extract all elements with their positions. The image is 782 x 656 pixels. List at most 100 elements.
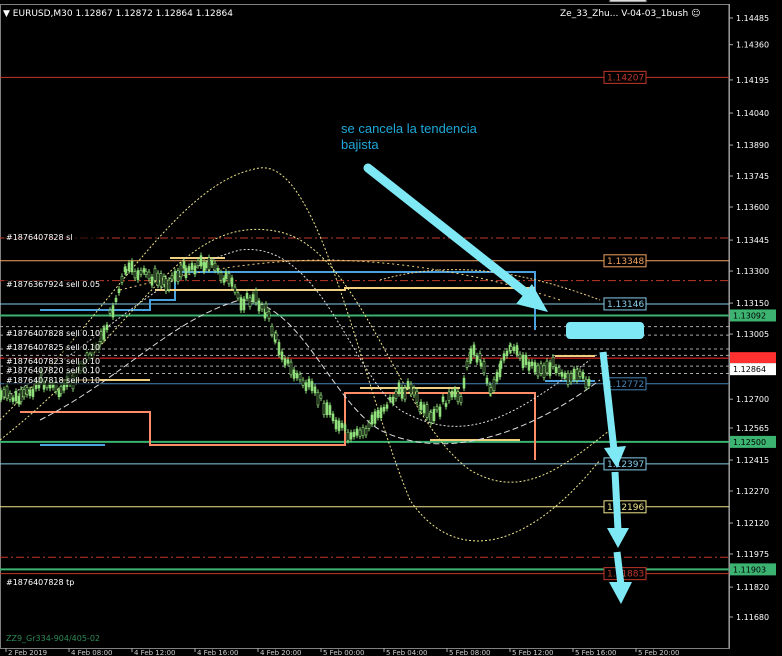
time-tick-label: 5 Feb 00:00 bbox=[323, 649, 364, 656]
candle-body bbox=[322, 402, 326, 415]
candle-body bbox=[316, 392, 320, 406]
candle-body bbox=[575, 369, 579, 381]
candle-body bbox=[472, 344, 476, 355]
candle-body bbox=[548, 362, 552, 376]
candle-body bbox=[153, 268, 157, 281]
candle-body bbox=[245, 293, 249, 299]
trading-chart[interactable]: 2 Feb 2019 4 Feb 08:00 4 Feb 12:00 4 Feb 16… bbox=[0, 0, 782, 656]
candle-body bbox=[105, 324, 109, 330]
annotation-line-1: se cancela la tendencia bbox=[341, 121, 477, 136]
candle-body bbox=[162, 276, 166, 285]
price-level-value: 1.11903 bbox=[733, 565, 766, 574]
candle-body bbox=[435, 406, 439, 411]
candle-body bbox=[331, 413, 335, 421]
price-tick-label: 1.14485 bbox=[736, 14, 769, 23]
candle-body bbox=[210, 260, 214, 266]
candle-body bbox=[124, 269, 128, 274]
arrow-head-2 bbox=[607, 528, 629, 548]
candle-body bbox=[207, 257, 211, 270]
candle-body bbox=[569, 373, 573, 383]
price-tick-label: 1.11680 bbox=[736, 613, 769, 622]
candle-body bbox=[242, 298, 246, 311]
candle-body bbox=[301, 379, 305, 386]
candle-body bbox=[518, 353, 522, 359]
order-labels: #187640782​8 sl #1876367924 sell 0.05 #187… bbox=[4, 232, 100, 587]
candle-body bbox=[59, 385, 63, 394]
candle-body bbox=[447, 391, 451, 401]
smiley-icon[interactable]: ☺ bbox=[691, 9, 700, 19]
candle-body bbox=[533, 362, 537, 373]
symbol-info: EURUSD,M30 1.12867 1.12872 1.12864 1.128… bbox=[12, 9, 233, 19]
price-level-value: 1.14207 bbox=[607, 73, 644, 83]
candle-body bbox=[136, 270, 140, 281]
candle-body bbox=[397, 382, 401, 394]
candle-body bbox=[578, 371, 582, 377]
candle-body bbox=[584, 378, 588, 389]
chart-canvas[interactable]: 2 Feb 2019 4 Feb 08:00 4 Feb 12:00 4 Feb 16… bbox=[0, 0, 782, 656]
price-level-value: 1.12500 bbox=[733, 438, 766, 447]
candle-body bbox=[28, 389, 32, 396]
candle-body bbox=[19, 389, 23, 402]
candle-body bbox=[572, 368, 576, 380]
candle-body bbox=[450, 391, 454, 398]
candle-body bbox=[542, 365, 546, 378]
candle-body bbox=[400, 387, 404, 399]
price-level-value: 1.13092 bbox=[733, 311, 766, 320]
chart-header-right: Ze_33_Zhu... V-04-03_1bush ☺ bbox=[560, 9, 701, 19]
candle-body bbox=[328, 405, 332, 415]
price-level-value: 1.11883 bbox=[607, 570, 644, 580]
candle-body bbox=[406, 380, 410, 388]
price-level-value: 1.12397 bbox=[607, 460, 644, 470]
candle-body bbox=[167, 279, 171, 290]
candle-body bbox=[257, 300, 261, 312]
candle-body bbox=[248, 297, 252, 307]
candle-body bbox=[147, 271, 151, 280]
bid-box bbox=[730, 352, 776, 364]
candle-body bbox=[184, 267, 188, 278]
candle-body bbox=[239, 297, 243, 311]
candle-body bbox=[233, 286, 237, 293]
time-axis: 2 Feb 2019 4 Feb 08:00 4 Feb 12:00 4 Feb 16… bbox=[5, 648, 679, 656]
candle-body bbox=[485, 377, 489, 384]
price-tick-label: 1.13600 bbox=[736, 203, 769, 212]
arrow-shaft-3 bbox=[613, 551, 625, 586]
candle-body bbox=[260, 304, 264, 310]
candle-body bbox=[352, 431, 356, 437]
candle-body bbox=[182, 261, 186, 269]
candle-body bbox=[156, 272, 160, 286]
candle-body bbox=[251, 294, 255, 302]
candle-body bbox=[196, 260, 200, 267]
candle-body bbox=[425, 404, 429, 418]
candle-body bbox=[22, 389, 26, 398]
candle-body bbox=[432, 408, 436, 421]
annotation-text: se cancela la tendencia bajista bbox=[341, 121, 477, 153]
candle-body bbox=[133, 271, 137, 279]
candle-body bbox=[536, 365, 540, 377]
candle-body bbox=[403, 387, 407, 400]
order-label: #187640782​8 sl bbox=[6, 233, 73, 242]
candle-body bbox=[150, 276, 154, 286]
price-level-value: 1.12772 bbox=[607, 380, 644, 390]
annotation-arrows bbox=[363, 163, 644, 604]
candle-body bbox=[512, 346, 516, 351]
collapse-triangle-icon[interactable]: ▼ bbox=[3, 9, 10, 19]
candle-body bbox=[313, 386, 317, 394]
candle-body bbox=[509, 346, 513, 351]
expert-name: V-04-03_1bush bbox=[621, 9, 689, 19]
candle-body bbox=[560, 372, 564, 377]
candle-body bbox=[108, 309, 112, 314]
candle-body bbox=[2, 389, 6, 398]
candle-body bbox=[130, 261, 134, 273]
candle-body bbox=[164, 278, 168, 292]
candle-body bbox=[361, 427, 365, 436]
time-tick-label: 4 Feb 08:00 bbox=[71, 649, 112, 656]
candle-body bbox=[213, 262, 217, 271]
candle-body bbox=[358, 429, 362, 437]
arrow-shaft-2 bbox=[611, 471, 622, 531]
candle-body bbox=[270, 325, 274, 335]
price-level-value: 1.13146 bbox=[607, 300, 644, 310]
time-tick-label: 4 Feb 16:00 bbox=[197, 649, 238, 656]
annotation-line-2: bajista bbox=[341, 137, 379, 152]
indicator-name: Ze_33_Zhu... bbox=[560, 9, 619, 19]
candle-body bbox=[346, 431, 350, 441]
